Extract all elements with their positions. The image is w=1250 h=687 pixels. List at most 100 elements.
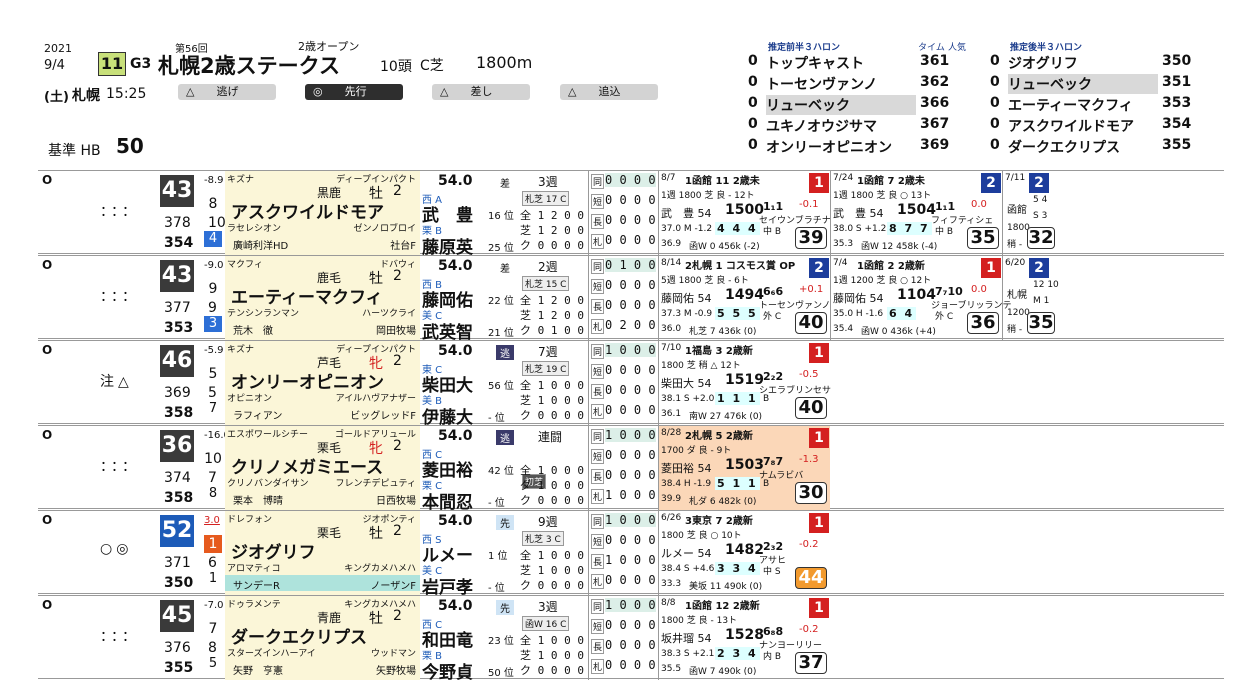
horse-row[interactable]: O ○◎ 52 3.0 1 371 6 350 1 ドレフォン ジオポンティ 栗毛牡 2 ジオグリフ アロマ… <box>38 510 1224 598</box>
workout-info: 2週 札芝 15 C 全 1 2 0 0 芝 1 2 0 0 ク 0 1 0 0 <box>518 256 588 340</box>
past-weight: 稍 - <box>1007 325 1023 335</box>
past-race[interactable]: 8/14 2札幌 1 コスモス賞 OP 2 5週 1800 芝 良 - 6ト +0.1 藤… <box>658 256 831 340</box>
stat-value: 0 0 0 0 <box>605 638 656 652</box>
horse-age: 2 <box>393 183 402 199</box>
past-distance: 5週 1800 芝 良 - 6ト <box>661 276 749 286</box>
past-last3f: 35.0 H -1.6 <box>833 309 884 319</box>
pace-late-horse[interactable]: アスクワイルドモア <box>1008 116 1158 136</box>
past-race[interactable]: 7/10 1福島 3 2歳新 1 1800 芝 稍 △ 12ト -0.5 柴田大 54 15… <box>658 341 831 425</box>
index-diff: -8.9 <box>204 175 224 186</box>
style-chip-oikomi[interactable]: △ 追込 <box>560 84 658 100</box>
horse-row[interactable]: O：：： 43 -9.0 9 377 9 353 3 マクフィ ドバウィ 鹿毛牡 2 エーティーマクフィ… <box>38 255 1224 343</box>
past-distance: 1週 1800 芝 良 ○ 13ト <box>833 191 932 201</box>
horse-age: 2 <box>393 438 402 454</box>
base-label: 基準 HB <box>48 143 101 159</box>
past-jockey: 5 4 <box>1033 195 1048 205</box>
stat-value: 0 0 0 0 <box>605 278 656 292</box>
jockey-rank: 1 位 <box>488 551 508 562</box>
past-side: B <box>763 479 770 489</box>
index-diff: -5.9 <box>204 345 224 356</box>
jockey-course-stat: 全 1 0 0 0 <box>520 634 584 647</box>
distance-stats: 同1 0 0 0短0 0 0 0長1 0 0 0札0 0 0 0 <box>588 511 658 595</box>
stat-label: 短 <box>591 364 605 379</box>
past-date: 7/4 <box>833 258 848 268</box>
horse-sex: 牡 <box>369 611 383 627</box>
pace-late-horse[interactable]: リューベック <box>1008 74 1158 94</box>
stat-label: 札 <box>591 234 605 249</box>
time-rank-1: 6 <box>208 555 217 571</box>
horse-name[interactable]: アスクワイルドモア <box>231 198 384 223</box>
past-rank: 2 <box>809 258 829 278</box>
past-weight: 南W 27 476k (0) <box>689 412 763 422</box>
past-position: 2₂2 <box>763 370 784 383</box>
horse-row[interactable]: O：：： 36 -16.0 10 374 7 358 8 エスポワールシチー ゴールドアリュール栗… <box>38 425 1224 513</box>
time-rank-1: 7 <box>208 470 217 486</box>
index-rank: 5 <box>208 366 218 382</box>
stat-value: 1 0 0 0 <box>605 598 656 612</box>
prediction-marks: ：：： <box>100 629 140 645</box>
past-race-name: 札幌 <box>1007 290 1027 301</box>
stat-label: 長 <box>591 639 605 654</box>
past-time: M 1 <box>1033 296 1050 306</box>
pace-late-horse[interactable]: ダークエクリプス <box>1008 137 1158 157</box>
owner-name: ラフィアン <box>233 411 283 422</box>
horse-info: マクフィ ドバウィ 鹿毛牡 2 エーティーマクフィ テンシンランマン ハーツクライ 荒木 徹岡… <box>225 256 420 340</box>
index-rank: 10 <box>204 451 222 467</box>
jockey-rank: 56 位 <box>488 381 514 392</box>
past-race[interactable]: 7/24 1函館 7 2歳未 2 1週 1800 芝 良 ○ 13ト 0.0 武 豊 54… <box>830 171 1002 255</box>
past-date: 7/10 <box>661 343 682 353</box>
horse-row[interactable]: O 注△ 46 -5.9 5 369 5 358 7 キズナ ディープインパクト 芦毛牝 2 オンリーオピ… <box>38 340 1224 428</box>
horse-name[interactable]: ダークエクリプス <box>231 623 367 648</box>
past-diff: 0.0 <box>971 284 987 295</box>
pace-late-horse[interactable]: ジオグリフ <box>1008 53 1158 73</box>
row-mark: O <box>42 343 53 357</box>
past-race[interactable]: 7/11 函館 2 1800 稍 -5 4S 3 32 <box>1002 171 1055 255</box>
horse-name[interactable]: エーティーマクフィ <box>231 283 383 308</box>
pace-late-time: 351 <box>1162 74 1192 90</box>
stat-value: 0 0 0 0 <box>605 468 656 482</box>
past-race-name: 1函館 2 2歳新 <box>857 261 925 272</box>
past-race[interactable]: 6/20 札幌 2 1200 稍 -12 10 M 1 35 <box>1002 256 1059 340</box>
pace-early-horse[interactable]: リューベック <box>766 95 916 115</box>
pace-early-horse[interactable]: オンリーオピニオン <box>766 137 916 157</box>
pace-early-horse[interactable]: トップキャスト <box>766 53 916 73</box>
horse-name[interactable]: ジオグリフ <box>231 538 316 563</box>
past-jockey: ルメー 54 <box>661 547 712 560</box>
race-venue: 札幌 <box>72 88 100 104</box>
past-rank: 1 <box>809 173 829 193</box>
jockey-course-stat: ク 0 0 0 0 <box>520 409 584 422</box>
stat-value: 0 0 0 0 <box>605 173 656 187</box>
past-race[interactable]: 7/4 1函館 2 2歳新 1 1週 1200 芝 良 ○ 12ト 0.0 藤岡佑 54 1… <box>830 256 1011 340</box>
stat-label: 札 <box>591 319 605 334</box>
past-race[interactable]: 8/28 2札幌 5 2歳新 1 1700 ダ 良 - 9ト -1.3 菱田裕 54 150… <box>658 426 830 510</box>
jockey-rank: 22 位 <box>488 296 514 307</box>
pace-early-time: 367 <box>920 116 950 132</box>
race-edition: 第56回 <box>175 44 208 55</box>
horse-name[interactable]: クリノメガミエース <box>231 453 383 478</box>
past-date: 6/26 <box>661 513 682 523</box>
past-race-name: 函館 <box>1007 205 1027 216</box>
sire-name: ドレフォン <box>227 515 273 525</box>
past-last3f: 38.0 S +1.2 <box>833 224 887 234</box>
stat-label: 長 <box>591 469 605 484</box>
style-chip-senkou[interactable]: ◎ 先行 <box>305 84 403 100</box>
jockey-course-stat: ク 0 1 0 0 <box>520 324 584 337</box>
pace-early-horse[interactable]: ユキノオウジサマ <box>766 116 916 136</box>
prediction-marks: ○◎ <box>100 541 133 557</box>
jockey-course-stat: 芝 1 2 0 0 <box>520 224 584 237</box>
past-race[interactable]: 8/7 1函館 11 2歳未 1 1週 1800 芝 良 - 12ト -0.1 武 豊 5… <box>658 171 831 255</box>
horse-name[interactable]: オンリーオピニオン <box>231 368 384 393</box>
pace-late-horse[interactable]: エーティーマクフィ <box>1008 95 1158 115</box>
rest-weeks: 3週 <box>538 175 558 189</box>
style-chip-sashi[interactable]: △ 差し <box>432 84 530 100</box>
style-chip-nige[interactable]: △ 逃げ <box>178 84 276 100</box>
trainer-rank: 25 位 <box>488 243 514 254</box>
past-race[interactable]: 8/8 1函館 12 2歳新 1 1800 芝 良 - 13ト -0.2 坂井瑠 54 15… <box>658 596 830 680</box>
horse-row[interactable]: O：：： 43 -8.9 8 378 10 354 4 キズナ ディープインパクト 黒鹿牡 2 アスクワ… <box>38 170 1224 258</box>
speed-index: 43 <box>160 175 194 207</box>
past-race[interactable]: 6/26 3東京 7 2歳新 1 1800 芝 良 ○ 10ト -0.2 ルメー 54 14… <box>658 511 830 595</box>
trainer-name[interactable]: 今野貞 <box>422 658 473 683</box>
past-jockey: 藤岡佑 54 <box>661 292 712 305</box>
horse-row[interactable]: O：：： 45 -7.0 7 376 8 355 5 ドゥラメンテ キングカメハメハ 青鹿牡 2 ダーク… <box>38 595 1224 683</box>
pace-early-horse[interactable]: トーセンヴァンノ <box>766 74 916 94</box>
